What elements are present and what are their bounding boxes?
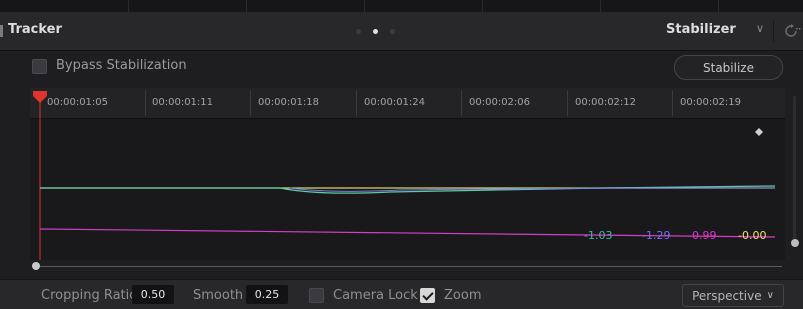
horizontal-zoom-handle[interactable]	[32, 262, 40, 270]
curve-value-label: -1.29	[642, 229, 670, 242]
smooth-label: Smooth	[193, 288, 244, 303]
keyframe-marker	[755, 128, 763, 136]
horizontal-scrollbar[interactable]	[35, 266, 782, 267]
smooth-field[interactable]: 0.25	[246, 285, 288, 304]
zoom-checkbox[interactable]	[420, 288, 435, 303]
vertical-zoom-handle[interactable]	[791, 239, 799, 247]
camera-lock-checkbox[interactable]	[309, 288, 324, 303]
camera-lock-label: Camera Lock	[333, 288, 418, 303]
page-dots	[356, 29, 395, 34]
chevron-down-icon[interactable]: ∨	[756, 22, 764, 35]
curve-value-label: -0.00	[738, 229, 766, 242]
page-dot[interactable]	[356, 29, 361, 34]
panel-title: Tracker	[8, 22, 62, 37]
perspective-label: Perspective	[692, 288, 762, 303]
mode-dropdown[interactable]: Stabilizer	[666, 22, 736, 37]
cropping-ratio-field[interactable]: 0.50	[132, 285, 174, 304]
page-dot[interactable]	[390, 29, 395, 34]
footer-controls: Cropping Ratio 0.50 Smooth 0.25 Camera L…	[0, 279, 803, 309]
stabilize-button[interactable]: Stabilize	[674, 55, 783, 80]
playhead-marker	[33, 91, 47, 103]
zoom-label: Zoom	[444, 288, 482, 303]
tracker-header: Tracker Stabilizer ∨ ··	[0, 12, 803, 51]
perspective-dropdown[interactable]: Perspective ∨	[682, 284, 784, 307]
vertical-scrollbar[interactable]	[793, 96, 796, 246]
more-options-icon[interactable]: ··	[795, 22, 802, 36]
chevron-down-icon: ∨	[766, 290, 774, 301]
cropping-ratio-label: Cropping Ratio	[41, 288, 138, 303]
top-ruler-strip	[0, 0, 803, 12]
curve-canvas: -1.03 -1.29 0.99 -0.00	[33, 91, 776, 260]
graph-panel[interactable]: 00:00:01:05 00:00:01:11 00:00:01:18 00:0…	[30, 88, 785, 260]
curve-value-label: 0.99	[692, 229, 717, 242]
divider	[773, 20, 774, 42]
curve-value-label: -1.03	[584, 229, 612, 242]
bypass-checkbox[interactable]	[32, 59, 47, 74]
panel-marker	[0, 25, 3, 37]
bypass-label: Bypass Stabilization	[56, 58, 187, 73]
page-dot-active[interactable]	[373, 29, 378, 34]
